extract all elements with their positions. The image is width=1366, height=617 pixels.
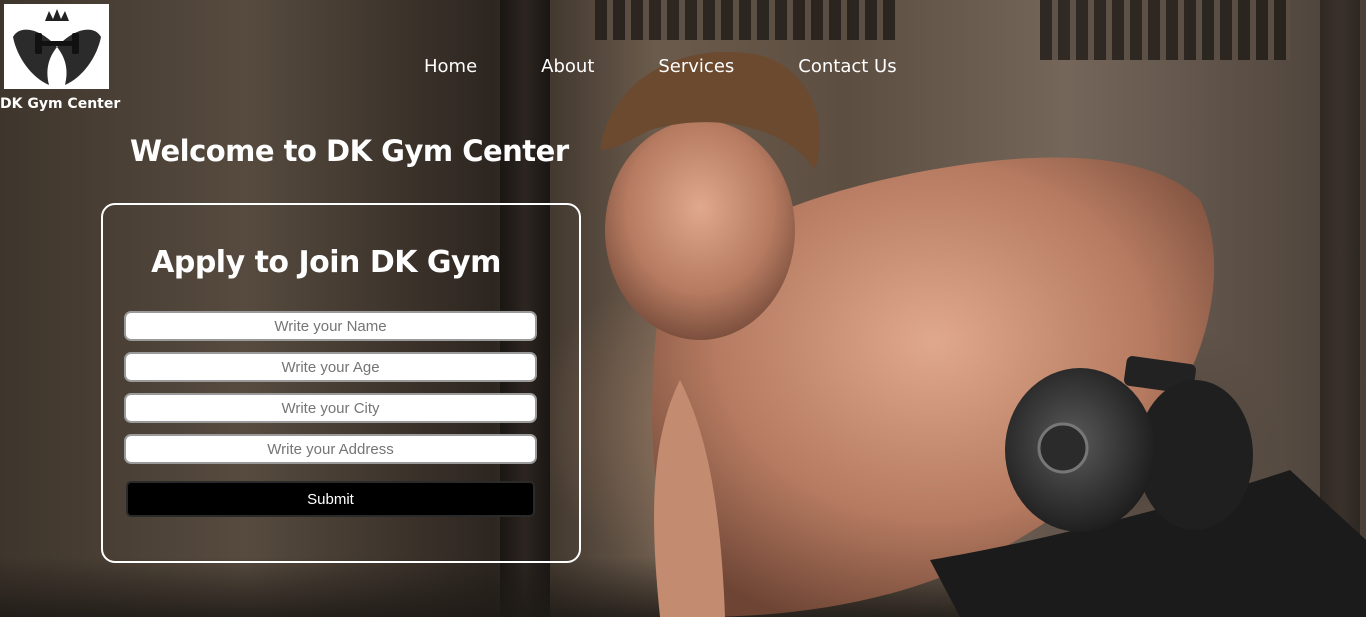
nav-link-contact-us[interactable]: Contact Us: [798, 56, 896, 77]
address-input[interactable]: [124, 434, 537, 464]
join-form: Apply to Join DK Gym Submit: [101, 203, 581, 563]
submit-button[interactable]: Submit: [126, 481, 535, 517]
main-nav: Home About Services Contact Us: [424, 56, 961, 77]
welcome-heading: Welcome to DK Gym Center: [130, 134, 569, 168]
nav-link-home[interactable]: Home: [424, 56, 477, 77]
nav-link-services[interactable]: Services: [658, 56, 734, 77]
form-title: Apply to Join DK Gym: [151, 245, 501, 280]
age-input[interactable]: [124, 352, 537, 382]
city-input[interactable]: [124, 393, 537, 423]
brand-name: DK Gym Center: [0, 96, 121, 112]
nav-link-about[interactable]: About: [541, 56, 594, 77]
dumbbell-crest-logo-icon: [12, 8, 101, 85]
name-input[interactable]: [124, 311, 537, 341]
logo[interactable]: [4, 4, 109, 89]
page: DK Gym Center Home About Services Contac…: [0, 0, 1366, 617]
